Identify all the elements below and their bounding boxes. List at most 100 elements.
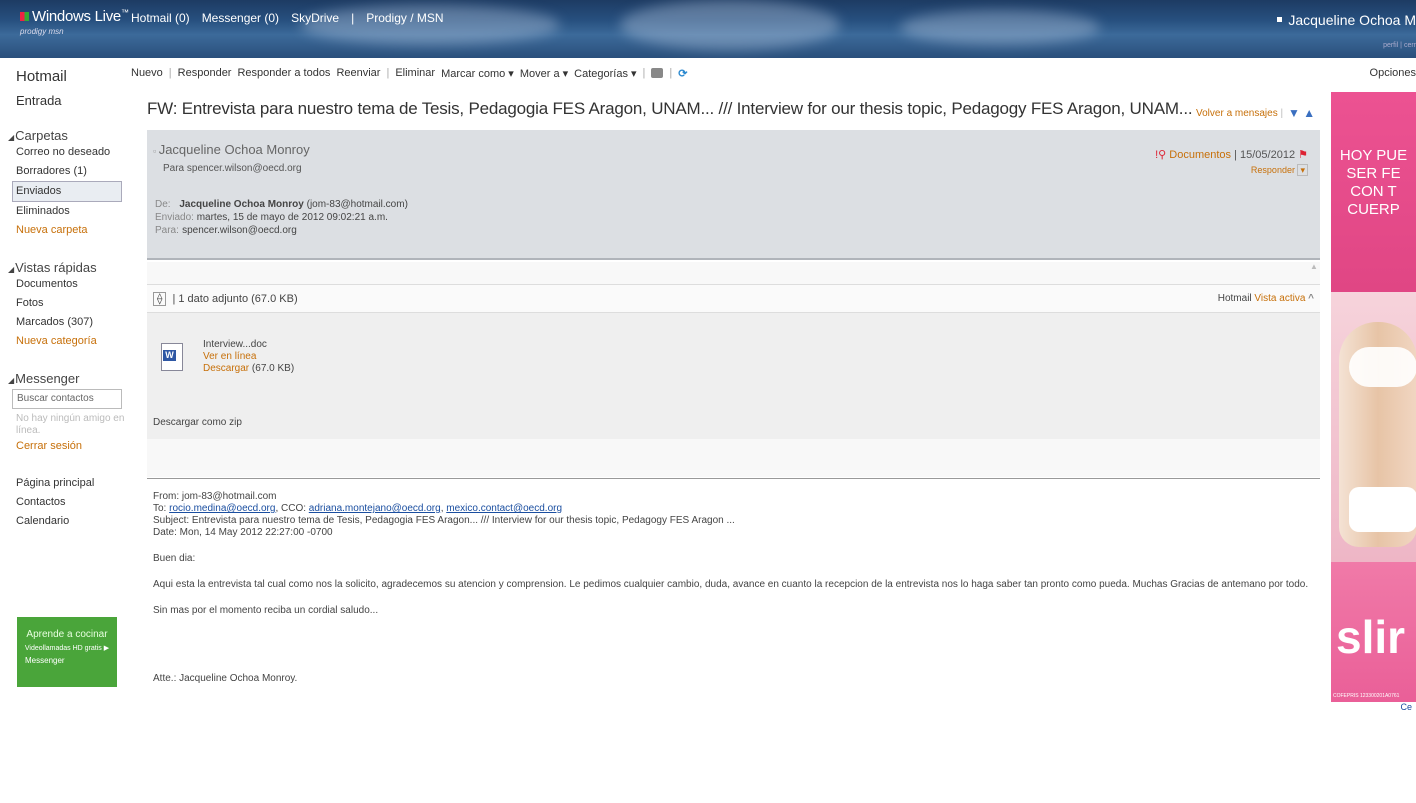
user-menu[interactable]: Jacqueline Ochoa M bbox=[1277, 12, 1416, 28]
logout-link[interactable]: Cerrar sesión bbox=[16, 437, 127, 456]
header-divider bbox=[147, 262, 1320, 285]
to-label: Para: bbox=[155, 225, 179, 236]
attachment-filename: Interview...doc bbox=[203, 339, 267, 350]
body-from: From: jom-83@hotmail.com bbox=[153, 491, 277, 502]
sidebar-title[interactable]: Hotmail bbox=[16, 68, 127, 85]
download-link[interactable]: Descargar bbox=[203, 363, 249, 374]
nav-prodigy-msn[interactable]: Prodigy / MSN bbox=[366, 11, 443, 25]
cco-email-link-2[interactable]: mexico.contact@oecd.org bbox=[446, 503, 562, 514]
sidebar-item-deleted[interactable]: Eliminados bbox=[16, 202, 127, 221]
new-category-link[interactable]: Nueva categoría bbox=[16, 332, 127, 351]
to-email-link[interactable]: rocio.medina@oecd.org bbox=[169, 503, 275, 514]
quick-views-heading[interactable]: ◢Vistas rápidas bbox=[8, 260, 127, 275]
mark-as-menu[interactable]: Marcar como ▾ bbox=[441, 67, 514, 80]
chevron-down-icon: ▾ bbox=[1297, 164, 1308, 176]
message-navigation: ▼ ▲ bbox=[1288, 106, 1315, 120]
move-to-menu[interactable]: Mover a ▾ bbox=[520, 67, 568, 80]
collapse-triangle-icon: ◢ bbox=[8, 265, 15, 274]
body-date: Date: Mon, 14 May 2012 22:27:00 -0700 bbox=[153, 527, 333, 538]
top-nav: Hotmail (0) Messenger (0) SkyDrive | Pro… bbox=[131, 11, 444, 25]
forward-button[interactable]: Reenviar bbox=[336, 67, 380, 79]
from-label: De: bbox=[155, 199, 171, 210]
categories-menu[interactable]: Categorías ▾ bbox=[574, 67, 636, 80]
sidebar-item-flagged[interactable]: Marcados (307) bbox=[16, 313, 127, 332]
separator: | bbox=[168, 67, 172, 79]
sidebar-item-inbox[interactable]: Entrada bbox=[16, 93, 127, 108]
sidebar-item-contacts[interactable]: Contactos bbox=[16, 493, 127, 512]
nav-separator: | bbox=[351, 11, 355, 25]
back-to-messages-link[interactable]: Volver a mensajes | bbox=[1196, 108, 1283, 119]
ad-brand-panel: slir COFEPRIS 123300201A0761 bbox=[1331, 562, 1416, 702]
sidebar-item-documents[interactable]: Documentos bbox=[16, 275, 127, 294]
flag-icon[interactable]: ⚑ bbox=[1298, 149, 1308, 161]
no-friends-text: No hay ningún amigo en línea. bbox=[16, 413, 125, 436]
message-subject: FW: Entrevista para nuestro tema de Tesi… bbox=[147, 99, 1193, 118]
nav-hotmail[interactable]: Hotmail (0) bbox=[131, 11, 190, 25]
collapse-triangle-icon: ◢ bbox=[8, 376, 15, 385]
next-message-icon[interactable]: ▼ bbox=[1288, 106, 1300, 120]
sidebar-item-photos[interactable]: Fotos bbox=[16, 294, 127, 313]
message-details: De: Jacqueline Ochoa Monroy (jom-83@hotm… bbox=[155, 198, 408, 237]
print-icon[interactable] bbox=[651, 68, 664, 78]
to-email: spencer.wilson@oecd.org bbox=[182, 225, 297, 236]
attachment-summary: ⟠ | 1 dato adjunto (67.0 KB) bbox=[153, 292, 298, 306]
body-paragraph: Aqui esta la entrevista tal cual como no… bbox=[153, 579, 1309, 590]
reply-button[interactable]: Responder bbox=[178, 67, 232, 79]
ad-text-panel: HOY PUE SER FE CON T CUERP bbox=[1331, 92, 1416, 292]
separator: | bbox=[669, 67, 673, 79]
contact-search-input[interactable]: Buscar contactos bbox=[12, 389, 122, 409]
sidebar: Hotmail Entrada ◢Carpetas Correo no dese… bbox=[0, 58, 127, 803]
toolbar: Nuevo | Responder Responder a todos Reenv… bbox=[131, 58, 1416, 88]
status-icon bbox=[1277, 17, 1283, 22]
separator: | bbox=[642, 67, 646, 79]
body-closing: Sin mas por el momento reciba un cordial… bbox=[153, 605, 379, 616]
category-tag[interactable]: Documentos bbox=[1169, 149, 1231, 161]
options-link[interactable]: Opciones bbox=[1370, 67, 1416, 79]
profile-links[interactable]: perfil | cerr bbox=[1383, 42, 1416, 49]
sidebar-item-calendar[interactable]: Calendario bbox=[16, 512, 127, 531]
word-document-icon[interactable]: W bbox=[161, 343, 183, 371]
from-email: (jom-83@hotmail.com) bbox=[306, 199, 408, 210]
sender-name[interactable]: ▫ Jacqueline Ochoa Monroy bbox=[153, 142, 310, 157]
folders-heading[interactable]: ◢Carpetas bbox=[8, 128, 127, 143]
from-name: Jacqueline Ochoa Monroy bbox=[179, 199, 304, 210]
separator: | bbox=[386, 67, 390, 79]
collapse-icon[interactable]: ▲ bbox=[1310, 262, 1318, 271]
sidebar-item-junk[interactable]: Correo no deseado bbox=[16, 143, 127, 162]
active-view-toggle[interactable]: Hotmail Vista activa ^ bbox=[1218, 293, 1314, 304]
ad-subline: Videollamadas HD gratis ▶ bbox=[24, 645, 110, 652]
windows-live-logo[interactable]: Windows Live™ prodigy msn bbox=[20, 8, 129, 36]
message-body: From: jom-83@hotmail.com To: rocio.medin… bbox=[147, 478, 1320, 803]
view-online-link[interactable]: Ver en línea bbox=[203, 351, 294, 363]
reply-dropdown[interactable]: Responder ▾ bbox=[1155, 164, 1308, 176]
importance-icon: !⚲ bbox=[1155, 149, 1170, 161]
ad-link[interactable]: Ce bbox=[1331, 702, 1416, 712]
separator: | bbox=[1280, 108, 1284, 119]
messenger-heading[interactable]: ◢Messenger bbox=[8, 371, 127, 386]
refresh-icon[interactable]: ⟳ bbox=[678, 67, 687, 80]
reply-all-button[interactable]: Responder a todos bbox=[237, 67, 330, 79]
advertisement-banner[interactable]: HOY PUE SER FE CON T CUERP slir COFEPRIS… bbox=[1331, 92, 1416, 803]
paperclip-icon: ⟠ bbox=[153, 292, 167, 306]
sidebar-item-drafts[interactable]: Borradores (1) bbox=[16, 162, 127, 181]
ad-image bbox=[1331, 292, 1416, 562]
ad-headline: Aprende a cocinar bbox=[26, 629, 108, 640]
nav-messenger[interactable]: Messenger (0) bbox=[202, 11, 279, 25]
nav-skydrive[interactable]: SkyDrive bbox=[291, 11, 339, 25]
sidebar-item-sent[interactable]: Enviados bbox=[12, 181, 122, 202]
recipient-line: Para spencer.wilson@oecd.org bbox=[163, 163, 302, 174]
previous-message-icon[interactable]: ▲ bbox=[1303, 106, 1315, 120]
chevron-up-icon: ^ bbox=[1308, 293, 1314, 304]
message-header: ▫ Jacqueline Ochoa Monroy Para spencer.w… bbox=[147, 130, 1320, 260]
body-greeting: Buen dia: bbox=[153, 553, 196, 564]
sent-label: Enviado: bbox=[155, 212, 194, 223]
attachment-panel: W Interview...doc Ver en línea Descargar… bbox=[147, 313, 1320, 439]
collapse-triangle-icon: ◢ bbox=[8, 133, 15, 142]
messenger-ad[interactable]: Aprende a cocinar Videollamadas HD grati… bbox=[17, 617, 117, 687]
download-zip-link[interactable]: Descargar como zip bbox=[153, 417, 242, 428]
cco-email-link[interactable]: adriana.montejano@oecd.org bbox=[309, 503, 441, 514]
delete-button[interactable]: Eliminar bbox=[395, 67, 435, 79]
new-folder-link[interactable]: Nueva carpeta bbox=[16, 221, 127, 240]
new-button[interactable]: Nuevo bbox=[131, 67, 163, 79]
sidebar-item-home[interactable]: Página principal bbox=[16, 474, 127, 493]
